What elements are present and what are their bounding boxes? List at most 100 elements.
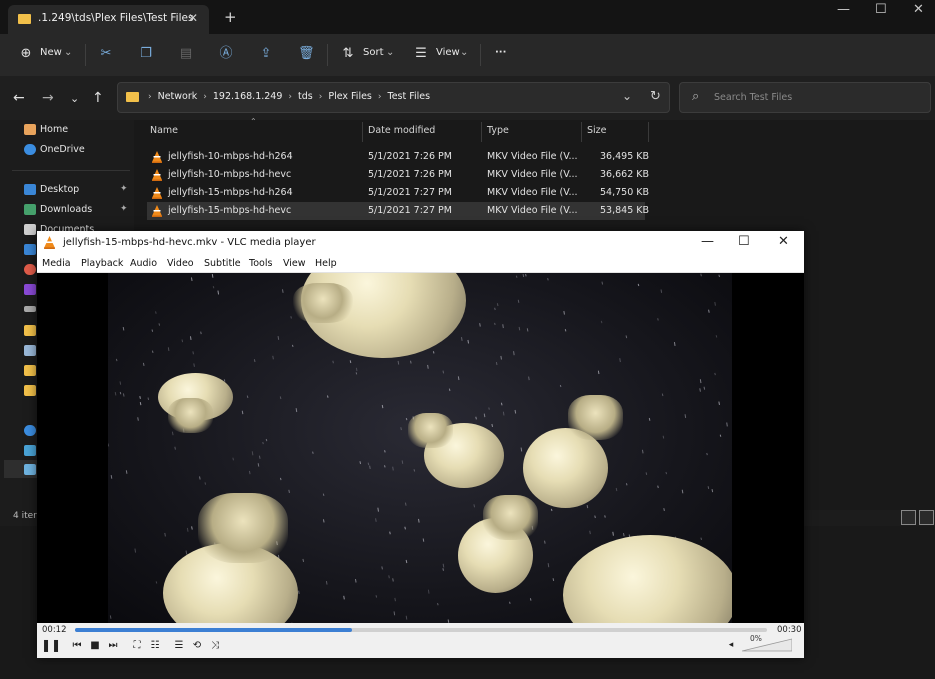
tab-close-icon[interactable]: ✕: [188, 11, 198, 25]
chevron-right-icon: ›: [377, 91, 382, 102]
menu-view[interactable]: View: [283, 258, 306, 269]
shuffle-icon[interactable]: ⤨: [207, 638, 223, 653]
particle-streak: [648, 417, 651, 421]
vlc-maximize-icon[interactable]: ☐: [738, 234, 750, 249]
sidebar-item-onedrive[interactable]: OneDrive: [24, 144, 85, 155]
particle-streak: [392, 466, 394, 471]
particle-streak: [251, 451, 254, 456]
sidebar-item-home[interactable]: Home: [24, 124, 68, 135]
column-header-size[interactable]: Size: [587, 125, 607, 136]
folder-icon[interactable]: [24, 385, 36, 396]
folder-icon[interactable]: [24, 365, 36, 376]
menu-subtitle[interactable]: Subtitle: [204, 258, 241, 269]
column-header-date[interactable]: Date modified: [368, 125, 435, 136]
drive-icon[interactable]: [24, 306, 36, 312]
volume-slider[interactable]: 0%: [742, 634, 792, 652]
rename-icon[interactable]: Ⓐ: [218, 46, 234, 62]
pause-button[interactable]: ❚❚: [41, 638, 61, 653]
forward-arrow-icon[interactable]: →: [42, 90, 54, 106]
particle-streak: [171, 431, 174, 436]
particle-streak: [589, 530, 591, 535]
file-row[interactable]: jellyfish-10-mbps-hd-h264 5/1/2021 7:26 …: [147, 148, 649, 166]
sort-button[interactable]: Sort: [363, 47, 384, 58]
particle-streak: [544, 540, 546, 544]
maximize-icon[interactable]: ☐: [875, 2, 887, 17]
sidebar-item-desktop[interactable]: Desktop: [24, 184, 79, 195]
details-view-icon[interactable]: [901, 510, 916, 525]
particle-streak: [164, 532, 166, 537]
playlist-icon[interactable]: ☰: [171, 638, 187, 653]
column-header-name[interactable]: Name: [150, 125, 178, 136]
new-tab-button[interactable]: +: [224, 8, 237, 26]
fullscreen-icon[interactable]: ⛶: [129, 638, 145, 653]
next-icon[interactable]: ⏭: [105, 638, 121, 653]
view-icon[interactable]: ☰: [413, 46, 429, 62]
particle-streak: [394, 597, 396, 602]
menu-audio[interactable]: Audio: [130, 258, 157, 269]
tab-test-files[interactable]: .1.249\tds\Plex Files\Test Files ✕: [8, 5, 209, 34]
tiles-view-icon[interactable]: [919, 510, 934, 525]
paste-icon[interactable]: ▤: [178, 46, 194, 62]
file-row[interactable]: jellyfish-10-mbps-hd-hevc 5/1/2021 7:26 …: [147, 166, 649, 184]
file-size: 36,662 KB: [600, 169, 650, 180]
menu-tools[interactable]: Tools: [249, 258, 272, 269]
vlc-minimize-icon[interactable]: —: [701, 234, 714, 249]
new-chevron-icon[interactable]: ⌄: [64, 47, 72, 58]
view-chevron-icon[interactable]: ⌄: [460, 47, 468, 58]
menu-playback[interactable]: Playback: [81, 258, 123, 269]
recent-chevron-icon[interactable]: ⌄: [70, 92, 79, 105]
refresh-icon[interactable]: ↻: [650, 89, 661, 104]
new-plus-icon[interactable]: ⊕: [18, 46, 34, 62]
mute-icon[interactable]: ◂: [723, 638, 739, 653]
vlc-close-icon[interactable]: ✕: [778, 234, 789, 249]
folder-icon[interactable]: [24, 325, 36, 336]
this-pc-icon[interactable]: [24, 445, 36, 456]
particle-streak: [660, 289, 663, 293]
search-box[interactable]: ⌕ Search Test Files: [679, 82, 931, 113]
view-button[interactable]: View: [436, 47, 460, 58]
pictures-icon[interactable]: [24, 244, 36, 255]
breadcrumb-host[interactable]: 192.168.1.249: [213, 91, 283, 102]
loop-icon[interactable]: ⟲: [189, 638, 205, 653]
close-window-icon[interactable]: ✕: [913, 2, 924, 17]
music-icon[interactable]: [24, 264, 36, 275]
particle-streak: [502, 324, 504, 329]
jellyfish-image: [293, 283, 353, 323]
delete-icon[interactable]: 🗑: [298, 46, 315, 62]
video-area[interactable]: [37, 273, 804, 623]
cloud-icon[interactable]: [24, 425, 36, 436]
seek-bar[interactable]: [75, 628, 767, 632]
menu-help[interactable]: Help: [315, 258, 337, 269]
breadcrumb-network[interactable]: Network: [158, 91, 198, 102]
extended-settings-icon[interactable]: ☷: [147, 638, 163, 653]
more-options-button[interactable]: ···: [495, 47, 506, 58]
copy-icon[interactable]: ❐: [138, 46, 154, 62]
sort-chevron-icon[interactable]: ⌄: [386, 47, 394, 58]
menu-media[interactable]: Media: [42, 258, 71, 269]
cut-icon[interactable]: ✂: [98, 46, 114, 62]
address-history-chevron-icon[interactable]: ⌄: [622, 89, 632, 103]
share-icon[interactable]: ⇪: [258, 46, 274, 62]
previous-icon[interactable]: ⏮: [69, 638, 85, 653]
menu-video[interactable]: Video: [167, 258, 194, 269]
particle-streak: [134, 548, 137, 553]
network-drive-icon[interactable]: [24, 345, 36, 356]
breadcrumb-tds[interactable]: tds: [298, 91, 313, 102]
sidebar-item-downloads[interactable]: Downloads: [24, 204, 92, 215]
file-row[interactable]: jellyfish-15-mbps-hd-h264 5/1/2021 7:27 …: [147, 184, 649, 202]
file-row-selected[interactable]: jellyfish-15-mbps-hd-hevc 5/1/2021 7:27 …: [147, 202, 649, 220]
minimize-icon[interactable]: —: [837, 2, 850, 17]
stop-icon[interactable]: ■: [87, 638, 103, 653]
vlc-title-bar[interactable]: jellyfish-15-mbps-hd-hevc.mkv - VLC medi…: [37, 231, 804, 255]
breadcrumb-test-files[interactable]: Test Files: [388, 91, 431, 102]
sort-icon[interactable]: ⇅: [340, 46, 356, 62]
column-header-type[interactable]: Type: [487, 125, 509, 136]
up-arrow-icon[interactable]: ↑: [92, 90, 104, 106]
particle-streak: [422, 538, 425, 542]
breadcrumb-plex-files[interactable]: Plex Files: [328, 91, 372, 102]
back-arrow-icon[interactable]: ←: [13, 90, 25, 106]
videos-icon[interactable]: [24, 284, 36, 295]
address-bar[interactable]: › Network › 192.168.1.249 › tds › Plex F…: [117, 82, 670, 113]
particle-streak: [388, 575, 390, 579]
new-button[interactable]: New: [40, 47, 62, 58]
